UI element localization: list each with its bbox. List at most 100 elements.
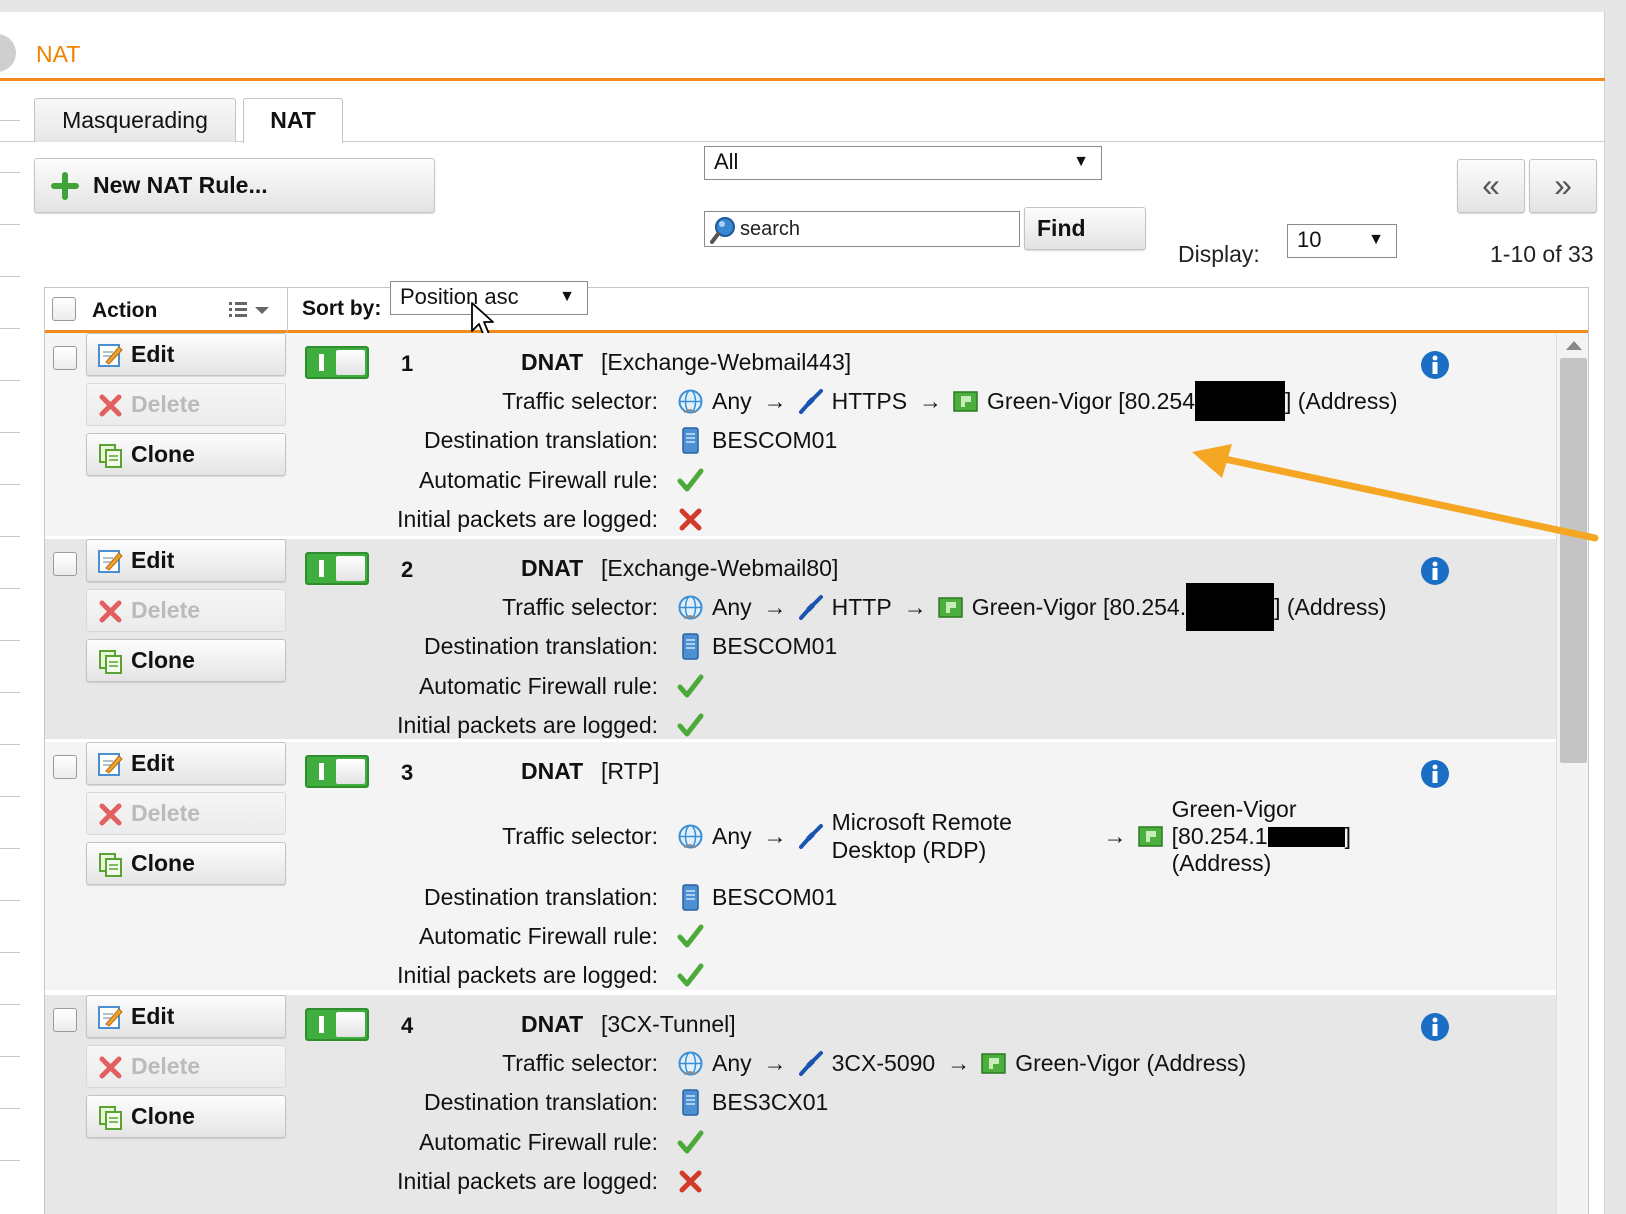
rule-name: [3CX-Tunnel] xyxy=(601,1011,736,1037)
row-checkbox[interactable] xyxy=(53,346,77,370)
service-icon xyxy=(797,823,824,850)
display-count-value: 10 xyxy=(1297,227,1322,252)
network-icon xyxy=(937,594,964,621)
clone-button[interactable]: Clone xyxy=(86,1095,286,1138)
arrow: → xyxy=(1103,822,1127,849)
automatic-firewall-rule-value xyxy=(677,1126,712,1158)
clone-label: Clone xyxy=(131,441,195,467)
cross-icon xyxy=(677,1168,704,1195)
traffic-selector-label: Traffic selector: xyxy=(502,1050,658,1076)
automatic-firewall-rule-label: Automatic Firewall rule: xyxy=(418,467,658,493)
plus-icon xyxy=(51,172,79,200)
scroll-up-arrow-icon[interactable] xyxy=(1566,341,1582,350)
info-icon[interactable] xyxy=(1420,350,1450,380)
nat-panel: NAT Masquerading NAT New NAT Rule... All… xyxy=(0,12,1605,1214)
delete-icon xyxy=(97,1054,124,1081)
network-icon xyxy=(980,1050,1007,1077)
find-button[interactable]: Find xyxy=(1024,207,1146,250)
row-checkbox[interactable] xyxy=(53,755,77,779)
network-icon xyxy=(1137,823,1164,850)
traffic-selector-label: Traffic selector: xyxy=(502,594,658,620)
tab-masquerading[interactable]: Masquerading xyxy=(34,98,236,142)
clone-label: Clone xyxy=(131,1103,195,1129)
check-icon xyxy=(677,673,704,700)
table-row: Edit Delete Clone 2 DNAT [Exchange-Webma… xyxy=(45,539,1556,739)
server-icon xyxy=(677,1089,704,1116)
globe-icon xyxy=(677,1050,704,1077)
next-page-button[interactable]: » xyxy=(1529,159,1597,213)
delete-icon xyxy=(97,598,124,625)
tab-nat[interactable]: NAT xyxy=(243,98,343,143)
edit-button[interactable]: Edit xyxy=(86,539,286,582)
enable-toggle[interactable] xyxy=(305,755,369,788)
destination-translation-label: Destination translation: xyxy=(424,884,658,910)
enable-toggle[interactable] xyxy=(305,1008,369,1041)
info-icon[interactable] xyxy=(1420,556,1450,586)
rule-name: [Exchange-Webmail80] xyxy=(601,555,839,581)
search-input[interactable]: search xyxy=(704,211,1020,247)
info-icon[interactable] xyxy=(1420,1012,1450,1042)
target-line1: Green-Vigor xyxy=(1171,795,1297,822)
prev-page-button[interactable]: « xyxy=(1457,159,1525,213)
rule-name: [RTP] xyxy=(601,758,660,784)
enable-toggle[interactable] xyxy=(305,552,369,585)
target-prefix: Green-Vigor [80.254. xyxy=(971,593,1187,620)
clone-button[interactable]: Clone xyxy=(86,433,286,476)
edit-button[interactable]: Edit xyxy=(86,742,286,785)
traffic-selector-label: Traffic selector: xyxy=(502,388,658,414)
filter-value: All xyxy=(714,149,739,174)
arrow: → xyxy=(903,593,927,620)
initial-packets-logged-value xyxy=(677,503,712,535)
delete-icon xyxy=(97,392,124,419)
delete-button: Delete xyxy=(86,1045,286,1088)
destination-translation-value: BESCOM01 xyxy=(677,881,837,913)
clone-label: Clone xyxy=(131,850,195,876)
cross-icon xyxy=(677,506,704,533)
rule-type: DNAT xyxy=(521,349,584,375)
edit-label: Edit xyxy=(131,547,175,573)
network-icon xyxy=(952,388,979,415)
target-suffix: ] (Address) xyxy=(1285,387,1398,414)
source-any: Any xyxy=(712,387,752,414)
results-count: 1-10 of 33 xyxy=(1490,241,1594,267)
initial-packets-logged-label: Initial packets are logged: xyxy=(397,506,658,532)
edit-button[interactable]: Edit xyxy=(86,333,286,376)
server-icon xyxy=(677,884,704,911)
traffic-selector-value: Any → Microsoft Remote Desktop (RDP) → G… xyxy=(677,796,1351,876)
clone-button[interactable]: Clone xyxy=(86,842,286,885)
header-divider xyxy=(0,78,1605,81)
globe-icon xyxy=(677,594,704,621)
check-icon xyxy=(677,712,704,739)
edit-label: Edit xyxy=(131,341,175,367)
display-count-select[interactable]: 10 ▼ xyxy=(1287,224,1397,258)
arrow: → xyxy=(763,822,787,849)
target-name: Green-Vigor [80.254.1] (Address) xyxy=(1172,796,1351,877)
automatic-firewall-rule-value xyxy=(677,670,712,702)
service-name: Microsoft Remote Desktop (RDP) xyxy=(832,808,1092,864)
clone-button[interactable]: Clone xyxy=(86,639,286,682)
destination-host: BESCOM01 xyxy=(712,632,838,659)
arrow: → xyxy=(919,387,943,414)
row-checkbox[interactable] xyxy=(53,1008,77,1032)
enable-toggle[interactable] xyxy=(305,346,369,379)
service-icon xyxy=(797,388,824,415)
info-icon[interactable] xyxy=(1420,759,1450,789)
new-nat-rule-button[interactable]: New NAT Rule... xyxy=(34,158,435,213)
target-name: Green-Vigor (Address) xyxy=(1015,1049,1247,1076)
traffic-selector-value: Any → HTTP → Green-Vigor [80.254. ] (Add… xyxy=(677,583,1387,631)
initial-packets-logged-value xyxy=(677,1165,712,1197)
action-column-header: Action xyxy=(92,299,158,322)
chevron-down-icon: ▼ xyxy=(1368,231,1384,248)
table-row: Edit Delete Clone 3 DNAT [RTP] Traffic s… xyxy=(45,742,1556,990)
filter-select[interactable]: All ▼ xyxy=(704,146,1102,180)
select-all-checkbox[interactable] xyxy=(52,297,76,321)
delete-button: Delete xyxy=(86,589,286,632)
row-checkbox[interactable] xyxy=(53,552,77,576)
panel-handle[interactable] xyxy=(0,34,16,72)
globe-icon xyxy=(677,388,704,415)
scrollbar-thumb[interactable] xyxy=(1560,358,1587,763)
list-menu-icon[interactable] xyxy=(227,300,273,320)
automatic-firewall-rule-label: Automatic Firewall rule: xyxy=(418,1129,658,1155)
clone-icon xyxy=(97,1104,124,1131)
edit-button[interactable]: Edit xyxy=(86,995,286,1038)
